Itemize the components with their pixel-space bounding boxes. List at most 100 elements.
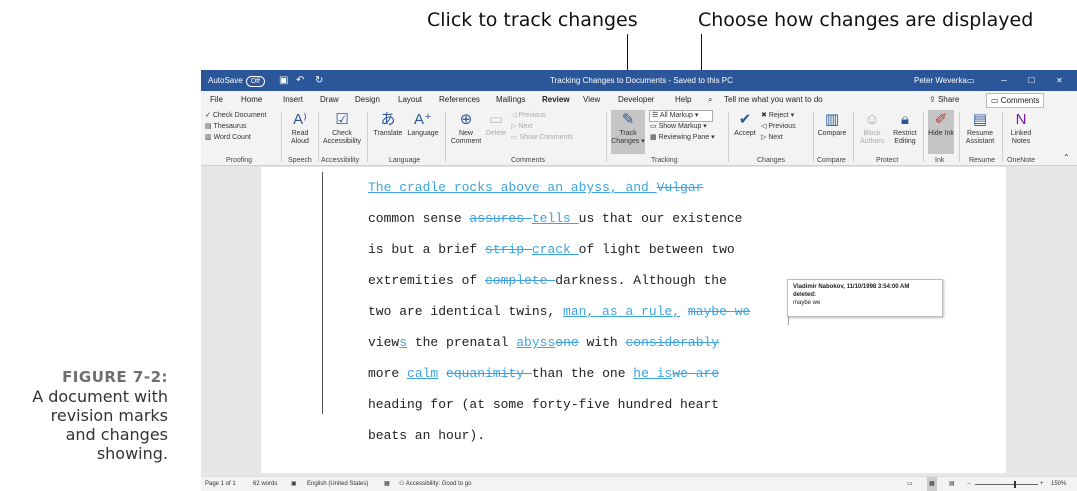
- zoom-level[interactable]: 150%: [1051, 477, 1066, 491]
- tab-design[interactable]: Design: [355, 91, 380, 108]
- translate-icon: あ: [380, 111, 396, 128]
- new-comment-button[interactable]: ⊕ New Comment: [449, 111, 483, 146]
- document-text: extremities of: [368, 273, 486, 288]
- block-authors-icon: ☺: [864, 111, 880, 128]
- group-label-resume: Resume: [969, 157, 996, 164]
- linked-notes-button[interactable]: N Linked Notes: [1005, 111, 1037, 146]
- undo-icon[interactable]: ↶: [296, 70, 304, 91]
- document-line[interactable]: views the prenatal abyssone with conside…: [368, 335, 719, 350]
- user-name[interactable]: Peter Weverka: [914, 70, 967, 91]
- tab-file[interactable]: File: [210, 91, 223, 108]
- block-authors-button[interactable]: ☺ Block Authors: [856, 111, 888, 146]
- tab-insert[interactable]: Insert: [283, 91, 303, 108]
- read-mode-icon[interactable]: ▭: [907, 477, 913, 491]
- check-document-button[interactable]: ✓ Check Document: [205, 111, 267, 121]
- group-label-language: Language: [389, 157, 421, 164]
- tab-home[interactable]: Home: [241, 91, 262, 108]
- callout-display-changes: Choose how changes are displayed: [698, 9, 1034, 31]
- restrict-editing-button[interactable]: 🔒︎ Restrict Editing: [889, 111, 921, 146]
- zoom-out-icon[interactable]: −: [967, 477, 971, 491]
- ribbon-display-icon[interactable]: ▭: [967, 70, 975, 91]
- web-layout-icon[interactable]: ▤: [949, 477, 955, 491]
- document-page[interactable]: The cradle rocks above an abyss, and Vul…: [261, 167, 1006, 473]
- compare-button[interactable]: ▥ Compare: [816, 111, 848, 138]
- document-line[interactable]: extremities of complete darkness. Althou…: [368, 273, 727, 288]
- group-label-proofing: Proofing: [226, 157, 253, 164]
- word-count[interactable]: 62 words: [253, 477, 277, 491]
- figure-caption: FIGURE 7-2: A document with revision mar…: [32, 368, 168, 463]
- document-line[interactable]: beats an hour).: [368, 428, 485, 443]
- group-label-comments: Comments: [511, 157, 545, 164]
- document-text: us that our existence: [578, 211, 743, 226]
- tab-developer[interactable]: Developer: [618, 91, 654, 108]
- close-icon[interactable]: ✕: [1056, 70, 1063, 91]
- document-line[interactable]: heading for (at some forty-five hundred …: [368, 397, 719, 412]
- caption-line: revision marks: [50, 406, 168, 425]
- check-accessibility-button[interactable]: ☑ Check Accessibility: [322, 111, 362, 146]
- word-count-button[interactable]: ▥ Word Count: [205, 133, 251, 143]
- save-icon[interactable]: ▣: [279, 70, 288, 91]
- menu-bar: File Home Insert Draw Design Layout Refe…: [201, 91, 1077, 110]
- accept-button[interactable]: ✔ Accept: [732, 111, 758, 138]
- document-line[interactable]: is but a brief strip crack of light betw…: [368, 242, 735, 257]
- tab-mailings[interactable]: Mailings: [496, 91, 525, 108]
- document-text: of light between two: [578, 242, 735, 257]
- autosave-toggle[interactable]: Off: [245, 76, 265, 87]
- language-button[interactable]: A⁺ Language: [406, 111, 440, 138]
- reviewing-pane-button[interactable]: ▦ Reviewing Pane ▾: [650, 133, 715, 143]
- proofing-icon[interactable]: ▣: [291, 477, 297, 491]
- tell-me-box[interactable]: Tell me what you want to do: [724, 91, 823, 108]
- zoom-thumb[interactable]: [1014, 481, 1016, 488]
- comments-button[interactable]: ▭ Comments: [986, 93, 1045, 108]
- read-aloud-button[interactable]: A⁾ Read Aloud: [287, 111, 313, 146]
- display-for-review-dropdown[interactable]: ☰ All Markup ▾: [649, 110, 713, 122]
- tab-view[interactable]: View: [583, 91, 600, 108]
- document-line[interactable]: more calm equanimity than the one he isw…: [368, 366, 719, 381]
- show-comments-button[interactable]: ▭ Show Comments: [511, 133, 573, 143]
- hide-ink-button[interactable]: ✐ Hide Ink: [928, 110, 954, 154]
- redo-icon[interactable]: ↻: [315, 70, 323, 91]
- thesaurus-button[interactable]: ▤ Thesaurus: [205, 122, 247, 132]
- document-line[interactable]: two are identical twins, man, as a rule,…: [368, 304, 750, 319]
- delete-comment-icon: ▭: [488, 111, 504, 128]
- show-markup-button[interactable]: ▭ Show Markup ▾: [650, 122, 707, 132]
- previous-comment-button[interactable]: ◁ Previous: [511, 111, 546, 121]
- delete-comment-button[interactable]: ▭ Delete: [483, 111, 509, 138]
- status-bar: Page 1 of 1 62 words ▣ English (United S…: [201, 476, 1077, 491]
- language-icon: A⁺: [414, 111, 432, 128]
- document-text: more: [368, 366, 408, 381]
- accessibility-icon: ☑: [335, 111, 349, 128]
- macro-icon[interactable]: ▦: [384, 477, 390, 491]
- print-layout-icon[interactable]: ▦: [927, 477, 937, 491]
- previous-change-button[interactable]: ◁ Previous: [761, 122, 796, 132]
- caption-line: A document with: [32, 387, 168, 406]
- share-button[interactable]: ⇪ Share: [929, 91, 959, 108]
- tab-layout[interactable]: Layout: [398, 91, 422, 108]
- document-text: view: [368, 335, 400, 350]
- caption-line: and changes: [65, 425, 168, 444]
- minimize-icon[interactable]: ─: [1001, 70, 1007, 91]
- track-changes-button[interactable]: ✎ Track Changes ▾: [611, 110, 645, 154]
- reject-button[interactable]: ✖ Reject ▾: [761, 111, 794, 121]
- zoom-slider[interactable]: [975, 484, 1038, 485]
- divider: [813, 112, 814, 162]
- resume-assistant-button[interactable]: ▤ Resume Assistant: [962, 111, 998, 146]
- translate-button[interactable]: あ Translate: [371, 111, 405, 138]
- autosave-control[interactable]: AutoSave Off: [208, 70, 265, 91]
- page-count[interactable]: Page 1 of 1: [205, 477, 236, 491]
- inserted-text: The cradle rocks above an abyss, and: [368, 180, 657, 195]
- maximize-icon[interactable]: ☐: [1028, 70, 1035, 91]
- next-change-button[interactable]: ▷ Next: [761, 133, 783, 143]
- tab-help[interactable]: Help: [675, 91, 691, 108]
- language-status[interactable]: English (United States): [307, 477, 368, 491]
- accessibility-status[interactable]: ⚇ Accessibility: Good to go: [399, 477, 471, 491]
- title-bar: AutoSave Off ▣ ↶ ↻ Tracking Changes to Do…: [201, 70, 1077, 91]
- zoom-in-icon[interactable]: +: [1040, 477, 1044, 491]
- tab-references[interactable]: References: [439, 91, 480, 108]
- document-line[interactable]: The cradle rocks above an abyss, and Vul…: [368, 180, 703, 195]
- tab-draw[interactable]: Draw: [320, 91, 339, 108]
- deleted-text: strip: [485, 242, 532, 257]
- document-line[interactable]: common sense assures tells us that our e…: [368, 211, 742, 226]
- collapse-ribbon-icon[interactable]: ⌃: [1063, 153, 1070, 162]
- next-comment-button[interactable]: ▷ Next: [511, 122, 533, 132]
